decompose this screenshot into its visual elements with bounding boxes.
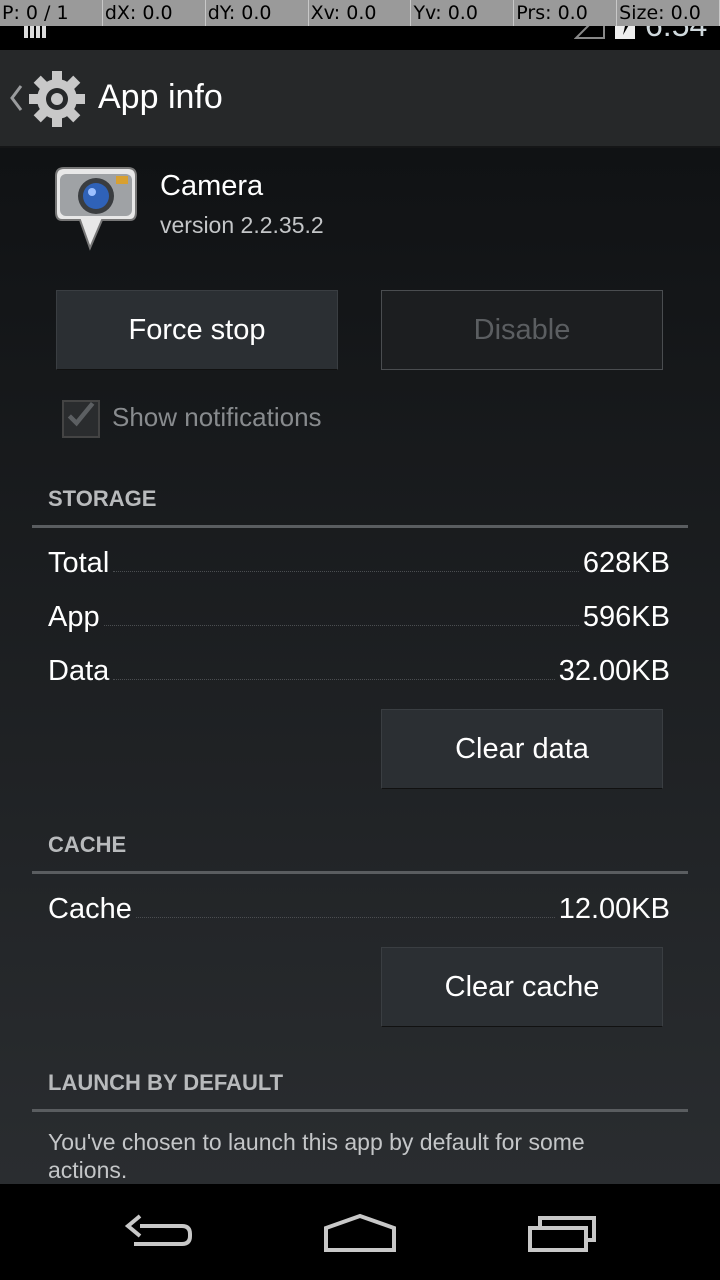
app-version: version 2.2.35.2: [160, 212, 324, 238]
row-label: Data: [48, 655, 110, 687]
show-notifications-checkbox[interactable]: [62, 400, 100, 438]
row-value: 12.00KB: [558, 893, 670, 925]
section-divider: [32, 871, 688, 874]
recent-apps-icon[interactable]: [522, 1204, 602, 1260]
row-value: 628KB: [582, 547, 670, 579]
app-name: Camera: [160, 170, 264, 202]
camera-app-icon: [55, 167, 137, 251]
launch-default-description: You've chosen to launch this app by defa…: [48, 1129, 585, 1183]
disable-button[interactable]: Disable: [381, 290, 663, 370]
pointer-cell: Size: 0.0: [617, 0, 720, 26]
section-divider: [32, 1109, 688, 1112]
checkmark-icon: [67, 401, 95, 427]
row-label: Total: [48, 547, 110, 579]
storage-header: STORAGE: [48, 486, 157, 511]
pointer-cell: dX: 0.0: [103, 0, 206, 26]
storage-row-total: Total 628KB: [48, 540, 670, 580]
back-icon[interactable]: [120, 1204, 200, 1260]
row-value: 596KB: [582, 601, 670, 633]
show-notifications-label: Show notifications: [112, 402, 322, 432]
dotted-leader: [135, 917, 555, 918]
pointer-location-overlay: P: 0 / 1 dX: 0.0 dY: 0.0 Xv: 0.0 Yv: 0.0…: [0, 0, 720, 26]
page-title: App info: [98, 78, 223, 116]
cache-row: Cache 12.00KB: [48, 886, 670, 926]
row-value: 32.00KB: [558, 655, 670, 687]
home-icon[interactable]: [320, 1204, 400, 1260]
dotted-leader: [103, 625, 579, 626]
settings-gear-icon[interactable]: [28, 70, 86, 128]
pointer-cell: Xv: 0.0: [309, 0, 412, 26]
app-info-content[interactable]: Camera version 2.2.35.2 Force stop Disab…: [0, 148, 720, 1184]
clear-data-button[interactable]: Clear data: [381, 709, 663, 789]
action-bar: App info: [0, 50, 720, 148]
pointer-cell: dY: 0.0: [206, 0, 309, 26]
row-label: App: [48, 601, 100, 633]
pointer-cell: Yv: 0.0: [411, 0, 515, 26]
launch-by-default-header: LAUNCH BY DEFAULT: [48, 1070, 284, 1095]
clear-cache-button[interactable]: Clear cache: [381, 947, 663, 1027]
dotted-leader: [113, 571, 579, 572]
cache-header: CACHE: [48, 832, 127, 857]
row-label: Cache: [48, 893, 132, 925]
storage-row-data: Data 32.00KB: [48, 648, 670, 688]
pointer-cell: P: 0 / 1: [0, 0, 103, 26]
force-stop-button[interactable]: Force stop: [56, 290, 338, 370]
dotted-leader: [113, 679, 555, 680]
section-divider: [32, 525, 688, 528]
pointer-cell: Prs: 0.0: [514, 0, 618, 26]
up-chevron-icon[interactable]: [8, 84, 24, 112]
storage-row-app: App 596KB: [48, 594, 670, 634]
navigation-bar: [0, 1184, 720, 1280]
status-bar: 6:54 P: 0 / 1 dX: 0.0 dY: 0.0 Xv: 0.0 Yv…: [0, 0, 720, 50]
